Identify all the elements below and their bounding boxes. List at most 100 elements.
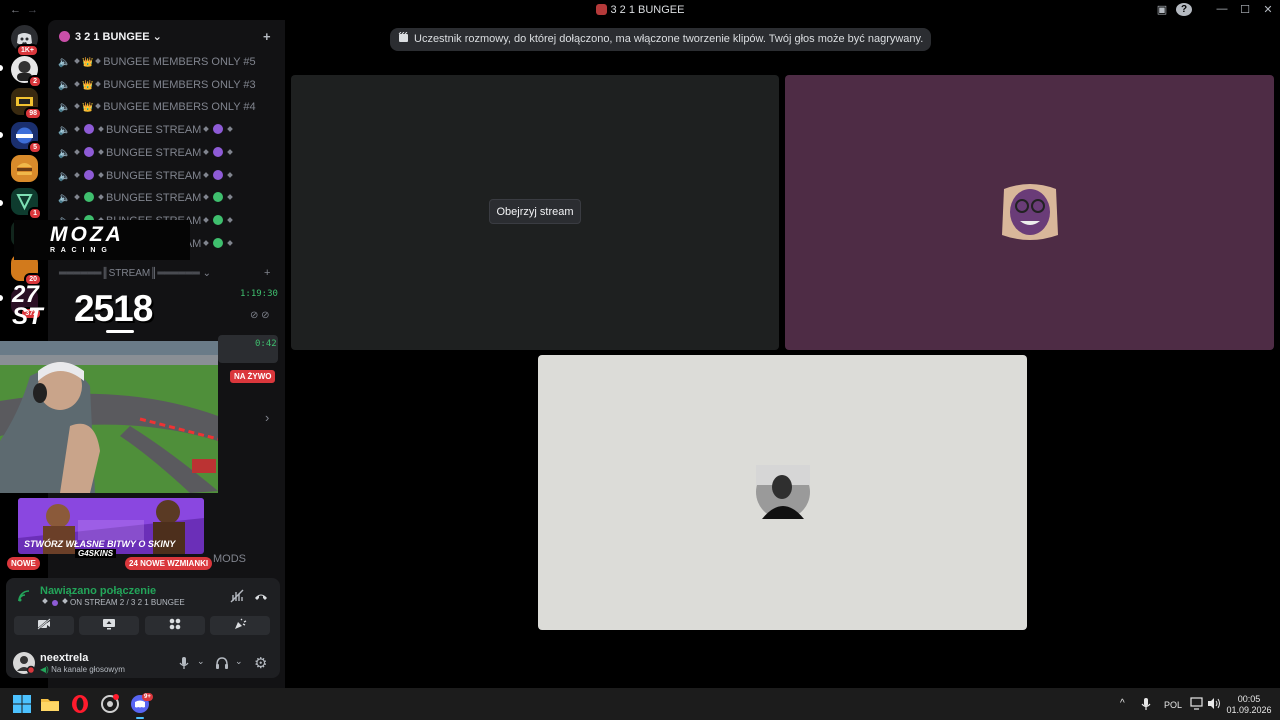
racing-scene-image <box>0 341 218 493</box>
channel-dot-icon <box>84 146 94 157</box>
server-indicator <box>0 65 3 71</box>
server-icon-2[interactable]: 98 <box>11 88 42 120</box>
channel-dot-icon <box>84 192 94 203</box>
tray-microphone-icon[interactable] <box>1141 697 1151 711</box>
unread-badge: 98 <box>24 107 42 120</box>
connection-signal-icon[interactable] <box>17 589 31 603</box>
participant-avatar <box>1002 184 1058 240</box>
direct-messages-button[interactable]: 1K+ <box>11 25 39 57</box>
guild-boost-icon <box>59 31 70 42</box>
screen-share-button[interactable] <box>79 616 139 635</box>
voice-channel-item[interactable]: 🔈 BUNGEE STREAM <box>58 189 276 207</box>
maximize-button[interactable]: ☐ <box>1235 3 1255 16</box>
app-icon[interactable] <box>100 694 120 714</box>
diamond-icon <box>74 148 80 155</box>
chevron-down-icon[interactable]: ⌄ <box>197 656 205 667</box>
diamond-icon <box>203 148 210 155</box>
category-label: ══════║STREAM║══════ <box>59 268 200 279</box>
promo-text: STWÓRZ WŁASNE BITWY O SKINY <box>24 539 176 549</box>
clock-date[interactable]: 01.09.2026 <box>1226 705 1272 715</box>
guild-header[interactable]: 3 2 1 BUNGEE ⌄ <box>59 30 162 43</box>
new-messages-badge[interactable]: NOWE <box>7 557 40 570</box>
windows-start-icon[interactable] <box>12 694 32 714</box>
add-member-icon[interactable]: + <box>263 29 271 44</box>
diamond-icon <box>74 58 80 64</box>
moza-racing-overlay: MOZA R A C I N G <box>14 220 190 260</box>
diamond-icon <box>74 171 80 178</box>
headset-icon[interactable] <box>215 656 229 670</box>
chevron-right-icon[interactable]: › <box>265 410 269 425</box>
camera-button[interactable] <box>14 616 74 635</box>
voice-channel-item[interactable]: 🔈 👑 BUNGEE MEMBERS ONLY #5 <box>58 53 276 71</box>
inbox-icon[interactable]: ▣ <box>1152 3 1172 16</box>
tray-chevron-icon[interactable]: ^ <box>1120 698 1125 709</box>
voice-channel-name[interactable]: ON STREAM 2 / 3 2 1 BUNGEE <box>40 598 185 607</box>
user-status-text: Na kanale głosowym <box>51 665 125 674</box>
network-icon[interactable] <box>1190 697 1204 710</box>
voice-channel-icon: 🔈 <box>58 125 71 137</box>
server-icon-4[interactable] <box>11 155 38 182</box>
disconnect-icon[interactable] <box>254 591 268 601</box>
volume-icon[interactable] <box>1207 697 1221 710</box>
server-icon-1[interactable]: 2 <box>11 56 42 88</box>
channel-dot-icon <box>84 169 94 180</box>
language-indicator[interactable]: POL <box>1164 700 1182 710</box>
minimize-button[interactable]: — <box>1212 3 1232 15</box>
voice-channel-name: BUNGEE MEMBERS ONLY #5 <box>103 56 256 68</box>
voice-channel-icon: 🔈 <box>58 193 71 205</box>
server-icon-3[interactable]: 5 <box>11 122 42 154</box>
file-explorer-icon[interactable] <box>40 694 60 714</box>
mentions-badge[interactable]: 24 NOWE WZMIANKI <box>125 557 213 570</box>
user-avatar[interactable] <box>13 652 35 674</box>
soundboard-button[interactable] <box>210 616 270 635</box>
diamond-icon <box>227 194 234 201</box>
chevron-down-icon[interactable]: ⌄ <box>235 656 243 667</box>
diamond-icon <box>98 148 104 155</box>
channel-dot-icon <box>213 214 224 225</box>
voice-channel-item[interactable]: 🔈 👑 BUNGEE MEMBERS ONLY #4 <box>58 98 276 116</box>
diamond-icon <box>227 126 234 132</box>
live-badge: NA ŻYWO <box>230 370 276 383</box>
diamond-icon <box>227 171 234 178</box>
microphone-icon[interactable] <box>179 656 189 670</box>
burger-icon <box>17 163 32 175</box>
watch-stream-button[interactable]: Obejrzyj stream <box>489 199 581 224</box>
close-button[interactable]: ✕ <box>1258 3 1278 16</box>
diamond-icon <box>203 171 210 178</box>
score-overlay: 27 ST 2518 <box>12 283 177 334</box>
voice-channel-item[interactable]: 🔈 👑 BUNGEE MEMBERS ONLY #3 <box>58 76 276 94</box>
webcam-overlay <box>0 341 218 493</box>
diamond-icon <box>98 194 104 201</box>
server-icon-5[interactable]: 1 <box>11 188 42 220</box>
clip-icon <box>398 31 408 42</box>
active-app-indicator <box>136 717 144 719</box>
voice-channel-item[interactable]: 🔈 BUNGEE STREAM <box>58 167 276 185</box>
settings-gear-icon[interactable]: ⚙ <box>254 654 267 672</box>
diamond-icon <box>42 598 48 604</box>
score-text: 2518 <box>74 288 153 329</box>
crown-icon: 👑 <box>82 79 94 90</box>
activities-button[interactable] <box>145 616 205 635</box>
diamond-icon <box>62 598 68 604</box>
voice-channel-item[interactable]: 🔈 BUNGEE STREAM <box>58 144 276 162</box>
channel-dot-icon <box>213 124 224 135</box>
diamond-icon <box>203 194 210 201</box>
noise-suppression-icon[interactable] <box>230 589 244 603</box>
category-stream[interactable]: ══════║STREAM║══════ ⌄ <box>59 268 211 279</box>
diamond-icon <box>227 239 234 246</box>
voice-channel-name: BUNGEE STREAM <box>106 146 202 159</box>
moza-logo: MOZA <box>50 223 124 246</box>
add-channel-icon[interactable]: + <box>264 267 270 279</box>
connection-status: Nawiązano połączenie <box>40 585 157 597</box>
help-icon[interactable]: ? <box>1176 3 1192 16</box>
voice-channel-item[interactable]: 🔈 BUNGEE STREAM <box>58 121 276 139</box>
mods-channel-label[interactable]: MODS <box>213 553 246 565</box>
chevron-down-icon: ⌄ <box>152 31 162 43</box>
clock-time[interactable]: 00:05 <box>1229 694 1269 704</box>
channel-dot-icon <box>52 600 58 606</box>
opera-icon[interactable] <box>70 694 90 714</box>
voice-channel-icon: 🔈 <box>58 57 71 68</box>
unread-badge: 1 <box>28 207 42 220</box>
moza-sub: R A C I N G <box>50 247 109 254</box>
promo-banner: STWÓRZ WŁASNE BITWY O SKINY <box>18 498 204 554</box>
